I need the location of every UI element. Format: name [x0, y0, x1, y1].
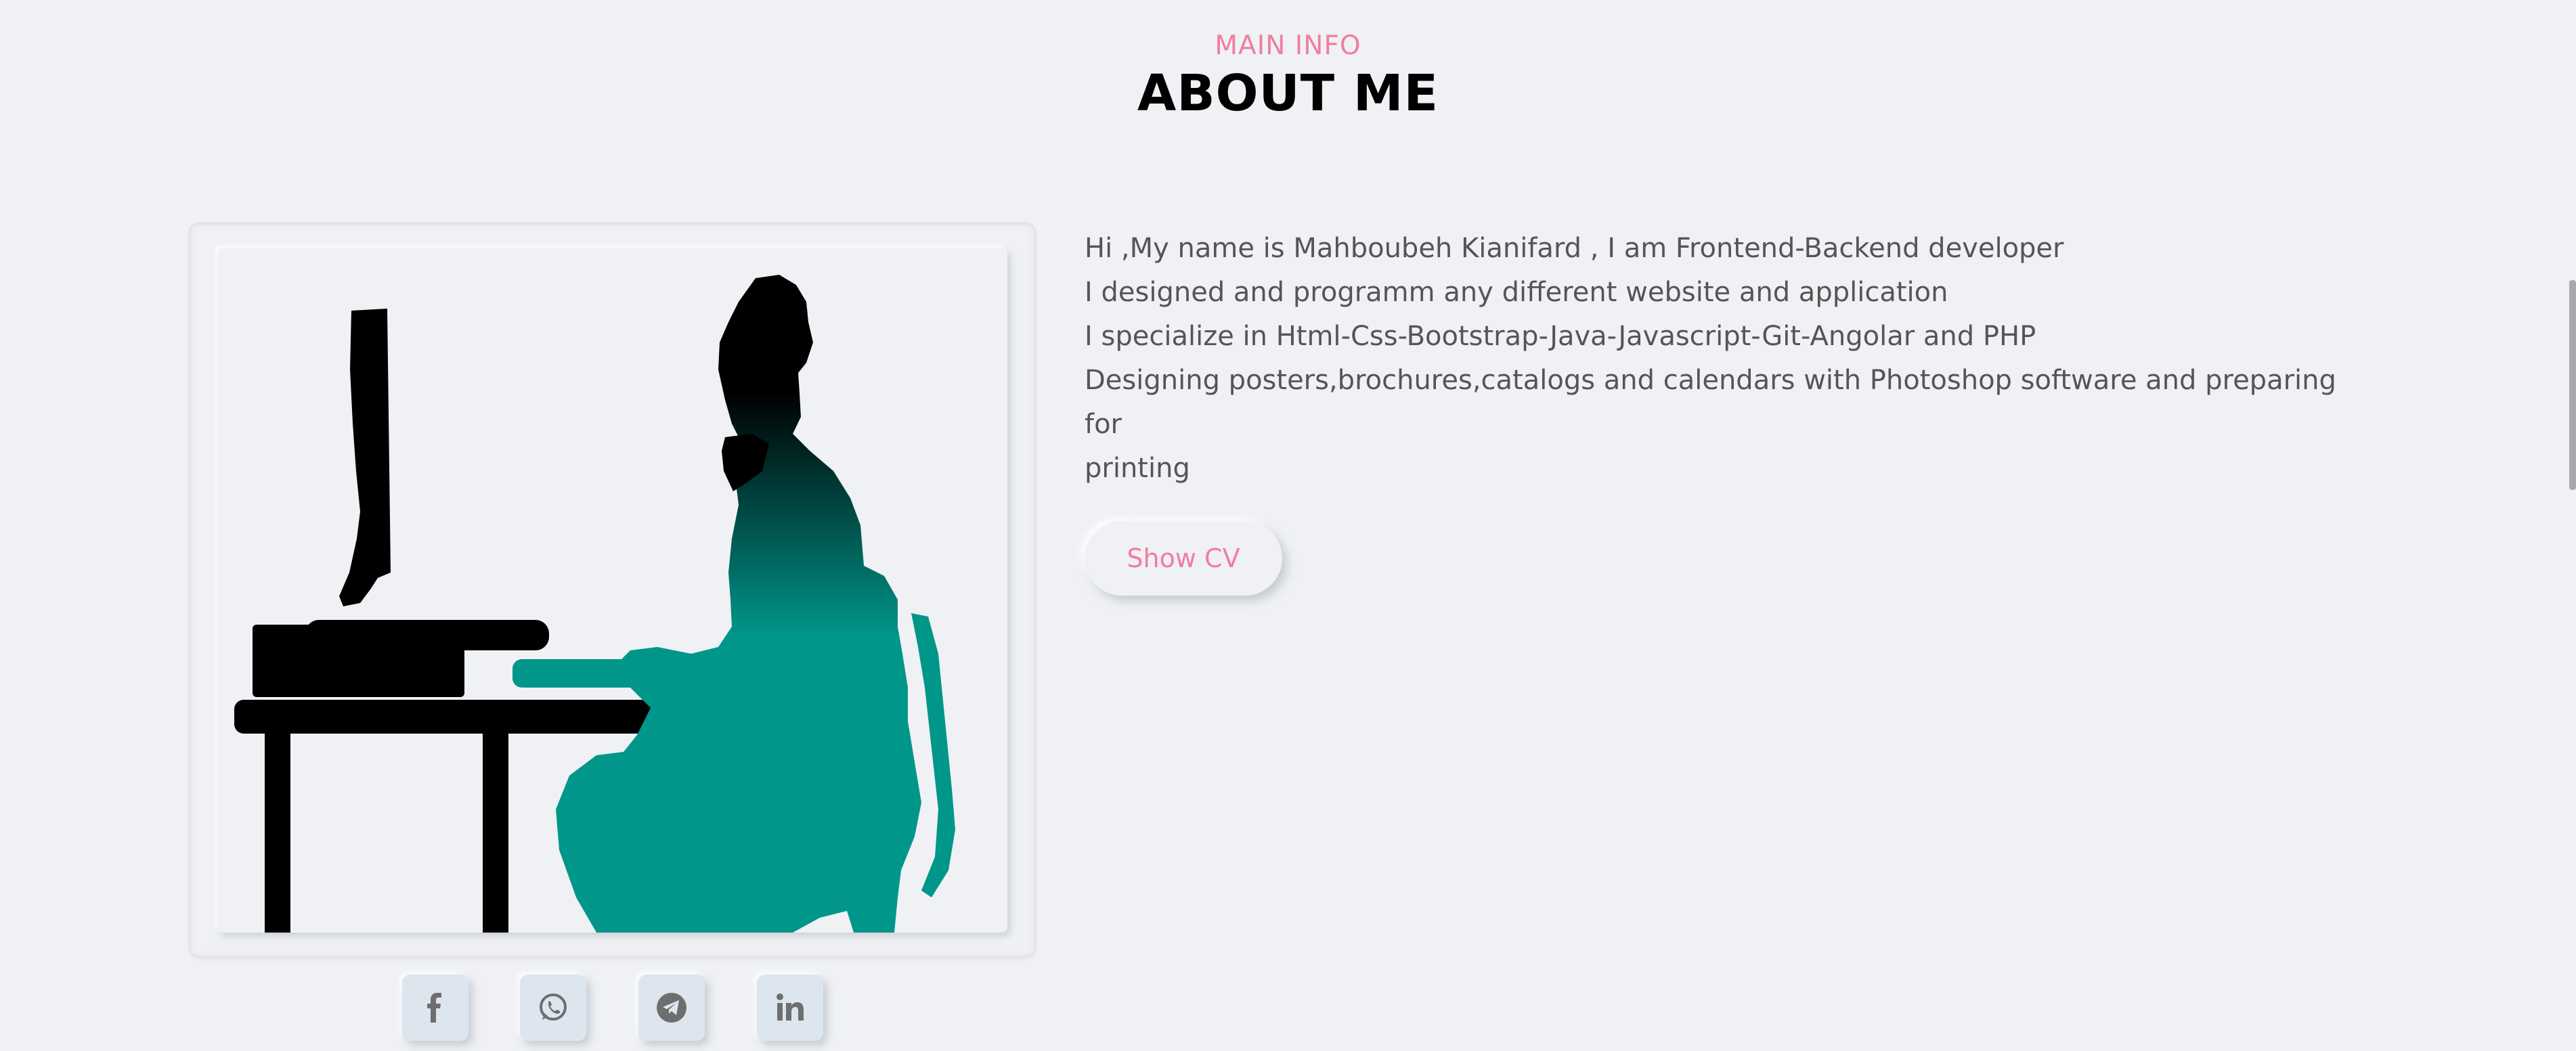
telegram-button[interactable] [638, 975, 705, 1041]
bio-line: Hi ,My name is Mahboubeh Kianifard , I a… [1085, 233, 2064, 264]
bio-line: Designing posters,brochures,catalogs and… [1085, 365, 2336, 440]
facebook-button[interactable] [402, 975, 468, 1041]
linkedin-icon [777, 993, 804, 1021]
section-kicker: MAIN INFO [1215, 30, 1361, 61]
linkedin-button[interactable] [757, 975, 823, 1041]
bio-text: Hi ,My name is Mahboubeh Kianifard , I a… [1085, 227, 2371, 491]
developer-at-desk-illustration [234, 275, 955, 933]
facebook-icon [427, 993, 441, 1023]
bio-line: I designed and programm any different we… [1085, 277, 1948, 308]
section-title: ABOUT ME [1137, 64, 1439, 122]
scrollbar-track[interactable] [2564, 0, 2576, 1051]
whatsapp-icon [540, 993, 567, 1021]
show-cv-button[interactable]: Show CV [1085, 521, 1282, 596]
telegram-icon [657, 993, 686, 1023]
whatsapp-button[interactable] [520, 975, 586, 1041]
social-links [0, 975, 1083, 1042]
profile-image [217, 248, 1007, 933]
bio-line: printing [1085, 453, 1190, 484]
bio-line: I specialize in Html-Css-Bootstrap-Java-… [1085, 321, 2036, 352]
scrollbar-thumb[interactable] [2569, 280, 2576, 490]
profile-image-frame [191, 225, 1034, 956]
